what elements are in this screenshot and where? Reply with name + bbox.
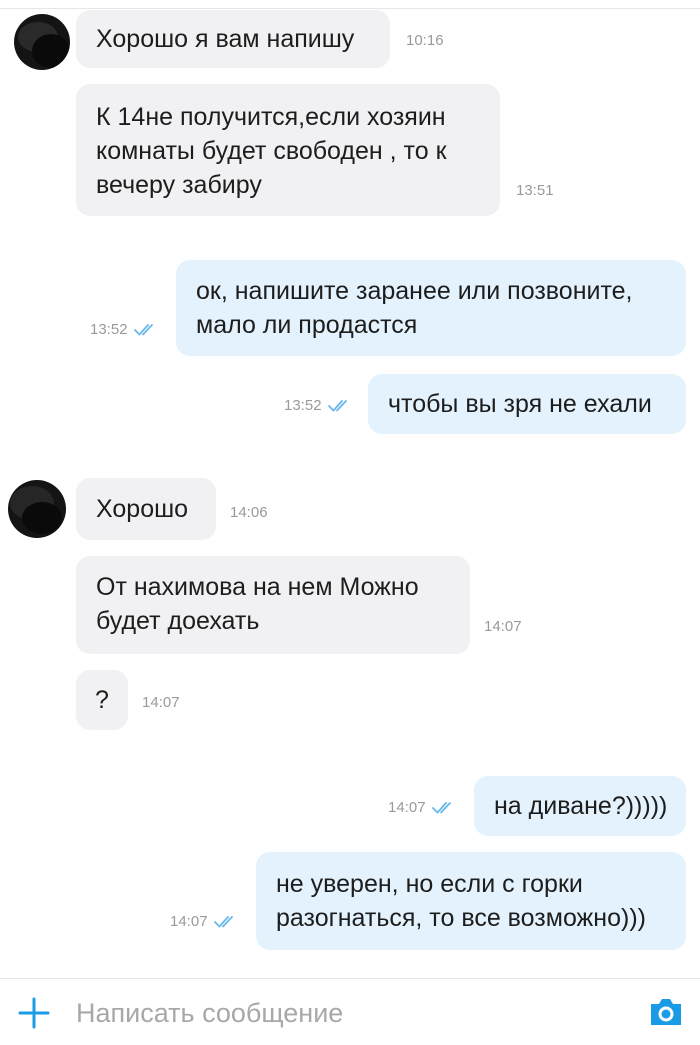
double-check-icon [327, 400, 347, 412]
composer-divider [0, 978, 700, 979]
message-time: 14:06 [230, 504, 268, 521]
contact-avatar[interactable] [8, 480, 66, 538]
message-text: не уверен, но если с горки разогнаться, … [276, 870, 646, 932]
message-time: 13:52 [284, 397, 322, 414]
message-text: От нахимова на нем Можно будет доехать [96, 573, 419, 635]
message-input[interactable] [76, 992, 616, 1034]
message-time: 14:07 [142, 694, 180, 711]
message-time: 14:07 [484, 618, 522, 635]
message-text: Хорошо я вам напишу [96, 25, 355, 53]
message-text: ок, напишите заранее или позвоните, мало… [196, 277, 633, 339]
double-check-icon [133, 324, 153, 336]
message-bubble-outgoing[interactable]: чтобы вы зря не ехали [368, 374, 686, 434]
message-meta: 13:52 [90, 320, 160, 340]
message-text: чтобы вы зря не ехали [388, 390, 652, 418]
top-divider [0, 8, 700, 9]
message-bubble-incoming[interactable]: Хорошо я вам напишу 10:16 [76, 10, 444, 68]
camera-icon[interactable] [648, 996, 684, 1028]
message-time: 13:52 [90, 321, 128, 338]
double-check-icon [431, 802, 451, 814]
message-bubble-incoming[interactable]: Хорошо [76, 478, 216, 540]
message-text: К 14не получится,если хозяин комнаты буд… [96, 103, 447, 199]
message-time: 13:51 [516, 182, 554, 199]
message-text: ? [95, 686, 109, 714]
message-bubble-outgoing[interactable]: ок, напишите заранее или позвоните, мало… [176, 260, 686, 356]
message-bubble-incoming[interactable]: ? [76, 670, 128, 730]
plus-icon[interactable] [17, 996, 51, 1030]
message-text: Хорошо [96, 495, 189, 523]
message-text: на диване?))))) [494, 792, 668, 820]
message-time: 14:07 [170, 913, 208, 930]
message-bubble-incoming[interactable]: От нахимова на нем Можно будет доехать 1… [76, 556, 522, 654]
message-time: 14:07 [388, 799, 426, 816]
message-time: 10:16 [406, 32, 444, 49]
message-bubble-outgoing[interactable]: на диване?))))) [474, 776, 686, 836]
contact-avatar[interactable] [14, 14, 70, 70]
message-meta: 14:07 [170, 912, 240, 932]
double-check-icon [213, 916, 233, 928]
message-bubble-outgoing[interactable]: не уверен, но если с горки разогнаться, … [256, 852, 686, 950]
message-bubble-incoming[interactable]: К 14не получится,если хозяин комнаты буд… [76, 84, 500, 216]
message-meta: 14:07 [388, 798, 458, 818]
message-meta: 13:52 [284, 396, 354, 416]
